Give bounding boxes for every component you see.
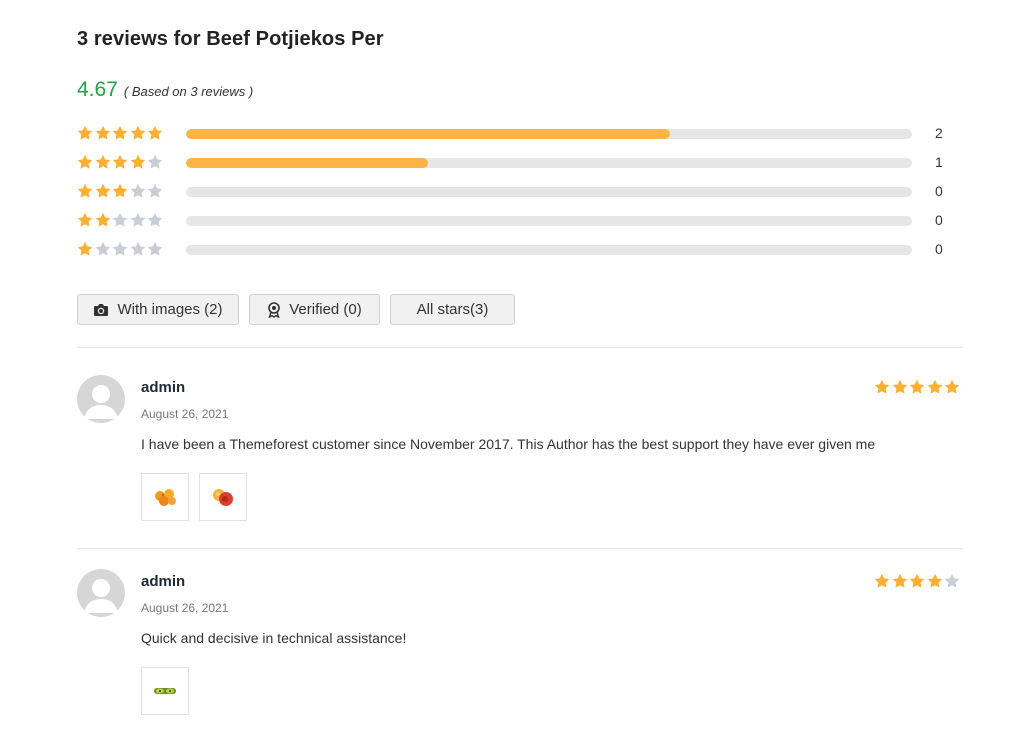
star-empty-icon bbox=[112, 241, 128, 256]
peach-fruit-image bbox=[213, 489, 233, 506]
rating-count: 0 bbox=[935, 183, 943, 199]
star-filled-icon bbox=[95, 154, 110, 169]
filter-with-images-button[interactable]: With images (2) bbox=[77, 294, 239, 325]
star-filled-icon bbox=[892, 379, 907, 394]
star-empty-icon bbox=[130, 241, 145, 256]
rating-row-1-stars[interactable]: 0 bbox=[77, 238, 957, 267]
rating-count: 2 bbox=[935, 125, 943, 141]
star-filled-icon bbox=[909, 573, 925, 588]
review-rating bbox=[873, 379, 961, 395]
rating-stars bbox=[77, 183, 165, 199]
star-filled-icon bbox=[95, 183, 110, 198]
avatar bbox=[77, 569, 125, 617]
reviews-title: 3 reviews for Beef Potjiekos Per bbox=[77, 28, 384, 50]
rating-stars bbox=[77, 212, 165, 228]
reviews-section: 3 reviews for Beef Potjiekos Per 4.67 ( … bbox=[0, 0, 1018, 731]
star-filled-icon bbox=[909, 379, 925, 394]
star-filled-icon bbox=[95, 212, 110, 227]
review-image-thumbnail[interactable] bbox=[141, 473, 189, 521]
star-empty-icon bbox=[130, 183, 145, 198]
review-image-thumbnail[interactable] bbox=[199, 473, 247, 521]
rating-bar bbox=[186, 158, 912, 168]
star-filled-icon bbox=[944, 379, 960, 394]
star-empty-icon bbox=[95, 241, 110, 256]
kiwi-fruit-image bbox=[154, 688, 176, 694]
star-filled-icon bbox=[147, 125, 163, 140]
star-empty-icon bbox=[130, 212, 145, 227]
star-filled-icon bbox=[77, 125, 93, 140]
rating-bar-fill bbox=[186, 129, 671, 139]
star-filled-icon bbox=[112, 183, 128, 198]
review-images bbox=[141, 667, 199, 715]
star-filled-icon bbox=[77, 241, 93, 256]
star-empty-icon bbox=[944, 573, 960, 588]
star-filled-icon bbox=[130, 154, 145, 169]
star-filled-icon bbox=[892, 573, 907, 588]
star-filled-icon bbox=[927, 573, 942, 588]
star-empty-icon bbox=[112, 212, 128, 227]
star-empty-icon bbox=[147, 154, 163, 169]
orange-fruit-image bbox=[155, 489, 176, 506]
rating-stars bbox=[77, 154, 165, 170]
avatar bbox=[77, 375, 125, 423]
star-filled-icon bbox=[77, 154, 93, 169]
review-item: admin August 26, 2021 Quick and decisive… bbox=[77, 569, 963, 719]
rating-summary: 4.67 ( Based on 3 reviews ) bbox=[77, 78, 253, 102]
star-filled-icon bbox=[130, 125, 145, 140]
average-rating: 4.67 bbox=[77, 78, 118, 101]
rating-row-2-stars[interactable]: 0 bbox=[77, 209, 957, 238]
review-author: admin bbox=[141, 379, 186, 396]
review-date: August 26, 2021 bbox=[141, 407, 229, 421]
review-image-thumbnail[interactable] bbox=[141, 667, 189, 715]
review-item: admin August 26, 2021 I have been a Them… bbox=[77, 375, 963, 525]
filter-all-stars-label: All stars(3) bbox=[416, 301, 489, 318]
based-on-text: ( Based on 3 reviews ) bbox=[123, 84, 254, 99]
rating-count: 1 bbox=[935, 154, 943, 170]
star-filled-icon bbox=[874, 573, 890, 588]
review-filters: With images (2) Verified (0) All stars(3… bbox=[77, 294, 525, 325]
star-filled-icon bbox=[77, 183, 93, 198]
camera-icon bbox=[94, 303, 109, 316]
rating-stars bbox=[77, 125, 165, 141]
star-filled-icon bbox=[112, 125, 128, 140]
rating-bar bbox=[186, 216, 912, 226]
filter-all-stars-button[interactable]: All stars(3) bbox=[390, 294, 515, 325]
star-filled-icon bbox=[874, 379, 890, 394]
rating-bar-fill bbox=[186, 158, 428, 168]
verified-badge-icon bbox=[268, 301, 281, 318]
rating-count: 0 bbox=[935, 241, 943, 257]
star-filled-icon bbox=[77, 212, 93, 227]
rating-bar bbox=[186, 187, 912, 197]
star-filled-icon bbox=[927, 379, 942, 394]
review-images bbox=[141, 473, 257, 521]
review-rating bbox=[873, 573, 961, 589]
filter-verified-button[interactable]: Verified (0) bbox=[249, 294, 380, 325]
review-text: Quick and decisive in technical assistan… bbox=[141, 630, 407, 646]
filter-with-images-label: With images (2) bbox=[117, 301, 223, 318]
star-empty-icon bbox=[147, 212, 163, 227]
review-text: I have been a Themeforest customer since… bbox=[141, 436, 876, 452]
star-filled-icon bbox=[95, 125, 110, 140]
rating-distribution: 2 1 0 0 0 bbox=[77, 122, 957, 267]
divider bbox=[77, 548, 963, 549]
rating-row-4-stars[interactable]: 1 bbox=[77, 151, 957, 180]
star-empty-icon bbox=[147, 241, 163, 256]
star-filled-icon bbox=[112, 154, 128, 169]
review-date: August 26, 2021 bbox=[141, 601, 229, 615]
rating-bar bbox=[186, 129, 912, 139]
rating-row-5-stars[interactable]: 2 bbox=[77, 122, 957, 151]
rating-bar bbox=[186, 245, 912, 255]
divider bbox=[77, 347, 963, 348]
rating-stars bbox=[77, 241, 165, 257]
filter-verified-label: Verified (0) bbox=[289, 301, 362, 318]
rating-row-3-stars[interactable]: 0 bbox=[77, 180, 957, 209]
star-empty-icon bbox=[147, 183, 163, 198]
rating-count: 0 bbox=[935, 212, 943, 228]
review-author: admin bbox=[141, 573, 186, 590]
